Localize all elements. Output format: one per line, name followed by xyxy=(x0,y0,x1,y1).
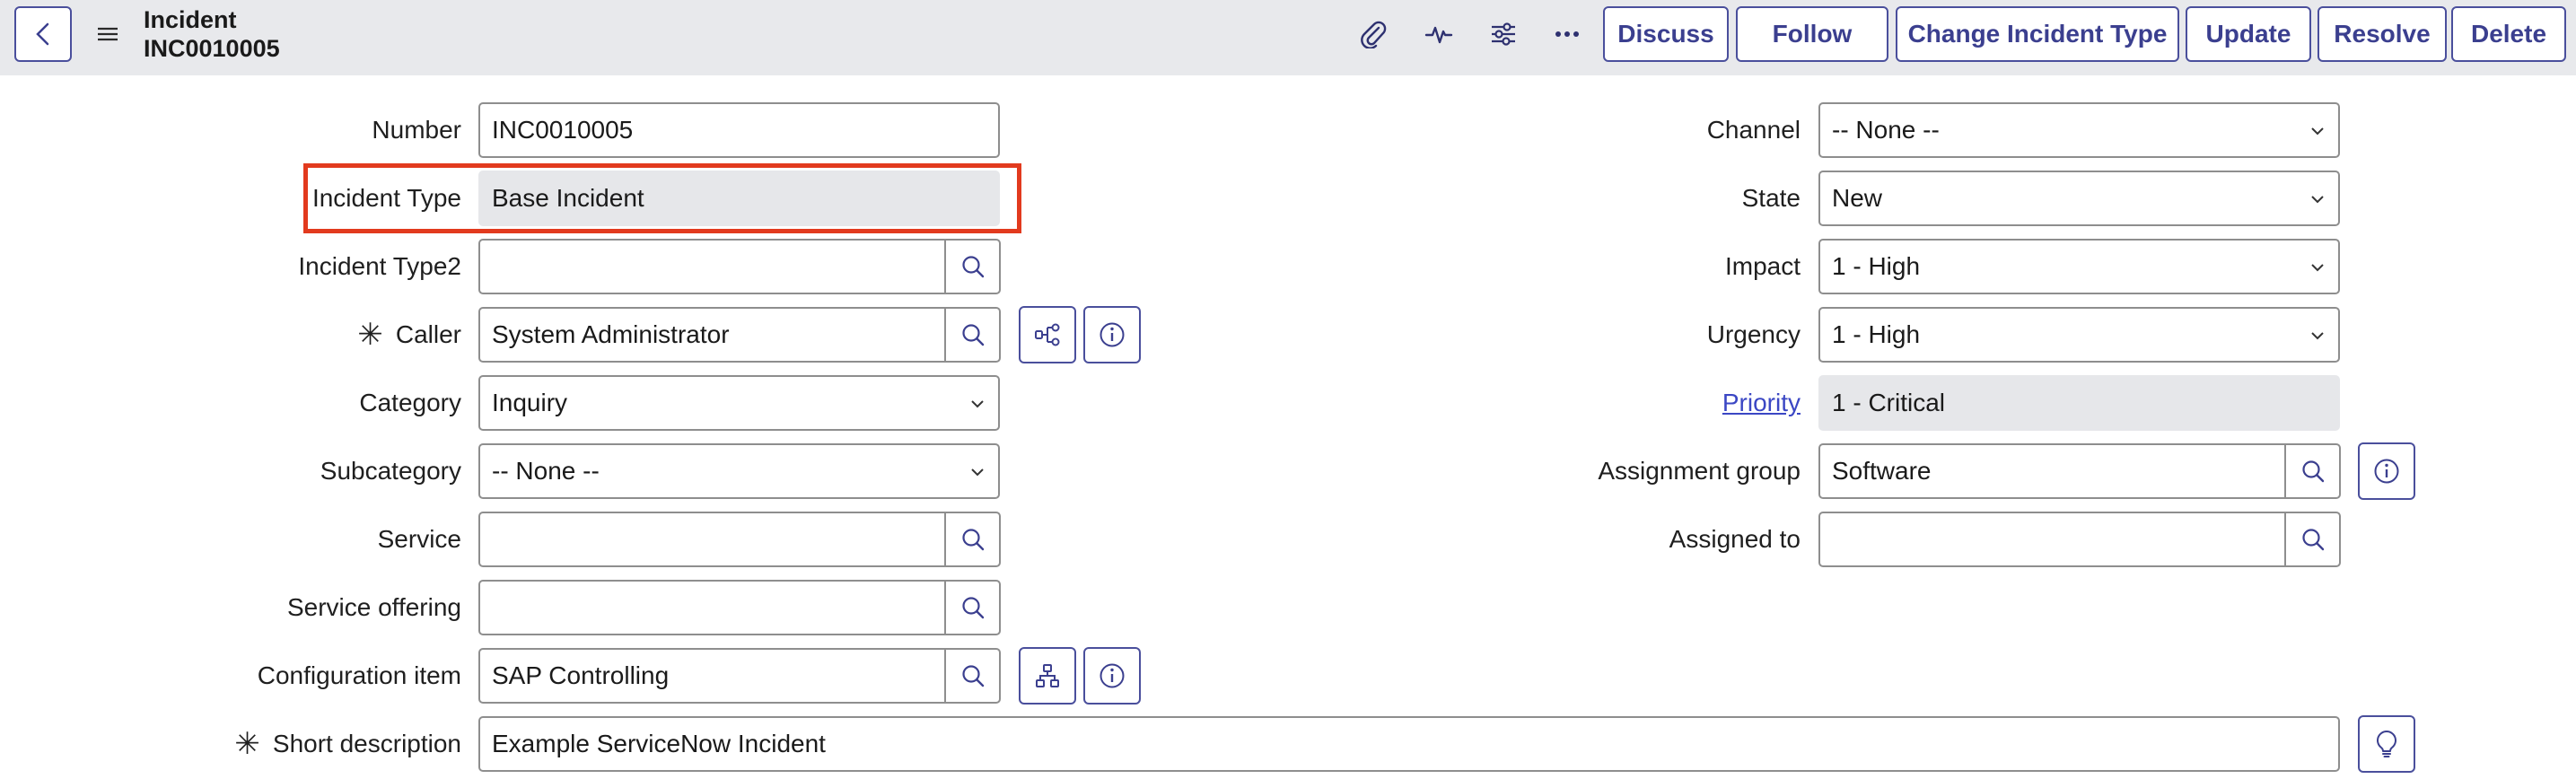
form-header: Incident INC0010005 Discuss Follow Chang… xyxy=(0,0,2576,75)
more-icon xyxy=(1555,31,1579,37)
assigned-to-field[interactable] xyxy=(1818,512,2286,567)
paperclip-icon xyxy=(1361,21,1387,48)
caller-relationships-button[interactable] xyxy=(1019,306,1076,363)
search-icon xyxy=(961,256,984,278)
number-label: Number xyxy=(372,116,461,144)
service-label: Service xyxy=(377,525,461,553)
hierarchy-icon xyxy=(1036,664,1059,687)
incident-type2-field[interactable] xyxy=(478,239,946,294)
update-button[interactable]: Update xyxy=(2186,6,2311,62)
record-title: Incident INC0010005 xyxy=(144,5,280,63)
personalize-button[interactable] xyxy=(1487,18,1520,50)
state-label: State xyxy=(1741,184,1801,212)
ci-map-button[interactable] xyxy=(1019,647,1076,705)
search-icon xyxy=(2301,529,2324,551)
more-options-button[interactable] xyxy=(1551,18,1583,50)
relationship-icon xyxy=(1035,323,1060,346)
suggestion-button[interactable] xyxy=(2358,715,2415,773)
assignment-group-field[interactable]: Software xyxy=(1818,443,2286,499)
back-icon xyxy=(36,22,49,46)
highlight-box xyxy=(303,163,1021,233)
activity-icon xyxy=(1424,26,1453,44)
settings-sliders-icon xyxy=(1492,22,1515,46)
chevron-down-icon xyxy=(2311,196,2324,204)
state-value: New xyxy=(1832,184,1883,212)
urgency-label: Urgency xyxy=(1706,320,1801,348)
category-value: Inquiry xyxy=(492,389,568,416)
category-label: Category xyxy=(359,389,461,416)
assignment-group-info-button[interactable] xyxy=(2358,442,2415,500)
delete-button[interactable]: Delete xyxy=(2451,6,2566,62)
search-icon xyxy=(961,324,984,346)
required-indicator: ✳ xyxy=(234,727,260,761)
service-lookup-button[interactable] xyxy=(945,512,1001,567)
resolve-button[interactable]: Resolve xyxy=(2318,6,2447,62)
lightbulb-icon xyxy=(2377,731,2396,757)
channel-value: -- None -- xyxy=(1832,116,1940,144)
priority-link[interactable]: Priority xyxy=(1722,375,1801,431)
caller-lookup-button[interactable] xyxy=(945,307,1001,363)
chevron-down-icon xyxy=(2311,264,2324,272)
subcategory-label: Subcategory xyxy=(320,457,461,485)
back-button[interactable] xyxy=(14,6,72,62)
category-select[interactable]: Inquiry xyxy=(478,375,1000,431)
page-title: Incident xyxy=(144,6,237,33)
channel-select[interactable]: -- None -- xyxy=(1818,102,2340,158)
impact-label: Impact xyxy=(1724,252,1801,280)
number-field[interactable]: INC0010005 xyxy=(478,102,1000,158)
chevron-down-icon xyxy=(971,468,984,477)
assigned-to-label: Assigned to xyxy=(1669,525,1801,553)
service-field[interactable] xyxy=(478,512,946,567)
chevron-down-icon xyxy=(971,400,984,408)
caller-label: ✳ Caller xyxy=(357,307,461,363)
attachment-button[interactable] xyxy=(1357,18,1389,50)
configuration-item-lookup-button[interactable] xyxy=(945,648,1001,704)
service-offering-lookup-button[interactable] xyxy=(945,580,1001,635)
impact-select[interactable]: 1 - High xyxy=(1818,239,2340,294)
search-icon xyxy=(2301,460,2324,483)
assignment-group-label: Assignment group xyxy=(1598,457,1801,485)
urgency-select[interactable]: 1 - High xyxy=(1818,307,2340,363)
short-description-field[interactable]: Example ServiceNow Incident xyxy=(478,716,2340,772)
menu-icon[interactable] xyxy=(97,23,118,45)
activity-button[interactable] xyxy=(1423,18,1455,50)
service-offering-field[interactable] xyxy=(478,580,946,635)
service-offering-label: Service offering xyxy=(286,593,461,621)
state-select[interactable]: New xyxy=(1818,171,2340,226)
impact-value: 1 - High xyxy=(1832,252,1921,280)
incident-type2-lookup-button[interactable] xyxy=(945,239,1001,294)
search-icon xyxy=(961,665,984,687)
incident-type2-label: Incident Type2 xyxy=(298,252,461,280)
info-icon xyxy=(1100,663,1125,688)
configuration-item-label: Configuration item xyxy=(257,661,461,689)
search-icon xyxy=(961,597,984,619)
configuration-item-field[interactable]: SAP Controlling xyxy=(478,648,946,704)
short-description-label-text: Short description xyxy=(272,730,461,757)
caller-info-button[interactable] xyxy=(1083,306,1141,363)
caller-label-text: Caller xyxy=(395,320,461,348)
info-icon xyxy=(1100,322,1125,347)
required-indicator: ✳ xyxy=(357,318,383,352)
caller-field[interactable]: System Administrator xyxy=(478,307,946,363)
chevron-down-icon xyxy=(2311,127,2324,136)
info-icon xyxy=(2374,459,2399,484)
assignment-group-lookup-button[interactable] xyxy=(2285,443,2341,499)
short-description-label: ✳ Short description xyxy=(234,716,461,772)
subcategory-value: -- None -- xyxy=(492,457,600,485)
urgency-value: 1 - High xyxy=(1832,320,1921,348)
chevron-down-icon xyxy=(2311,332,2324,340)
assigned-to-lookup-button[interactable] xyxy=(2285,512,2341,567)
change-incident-type-button[interactable]: Change Incident Type xyxy=(1896,6,2179,62)
ci-info-button[interactable] xyxy=(1083,647,1141,705)
follow-button[interactable]: Follow xyxy=(1736,6,1888,62)
priority-field: 1 - Critical xyxy=(1818,375,2340,431)
subcategory-select[interactable]: -- None -- xyxy=(478,443,1000,499)
channel-label: Channel xyxy=(1706,116,1801,144)
discuss-button[interactable]: Discuss xyxy=(1603,6,1729,62)
search-icon xyxy=(961,529,984,551)
record-number: INC0010005 xyxy=(144,35,280,62)
